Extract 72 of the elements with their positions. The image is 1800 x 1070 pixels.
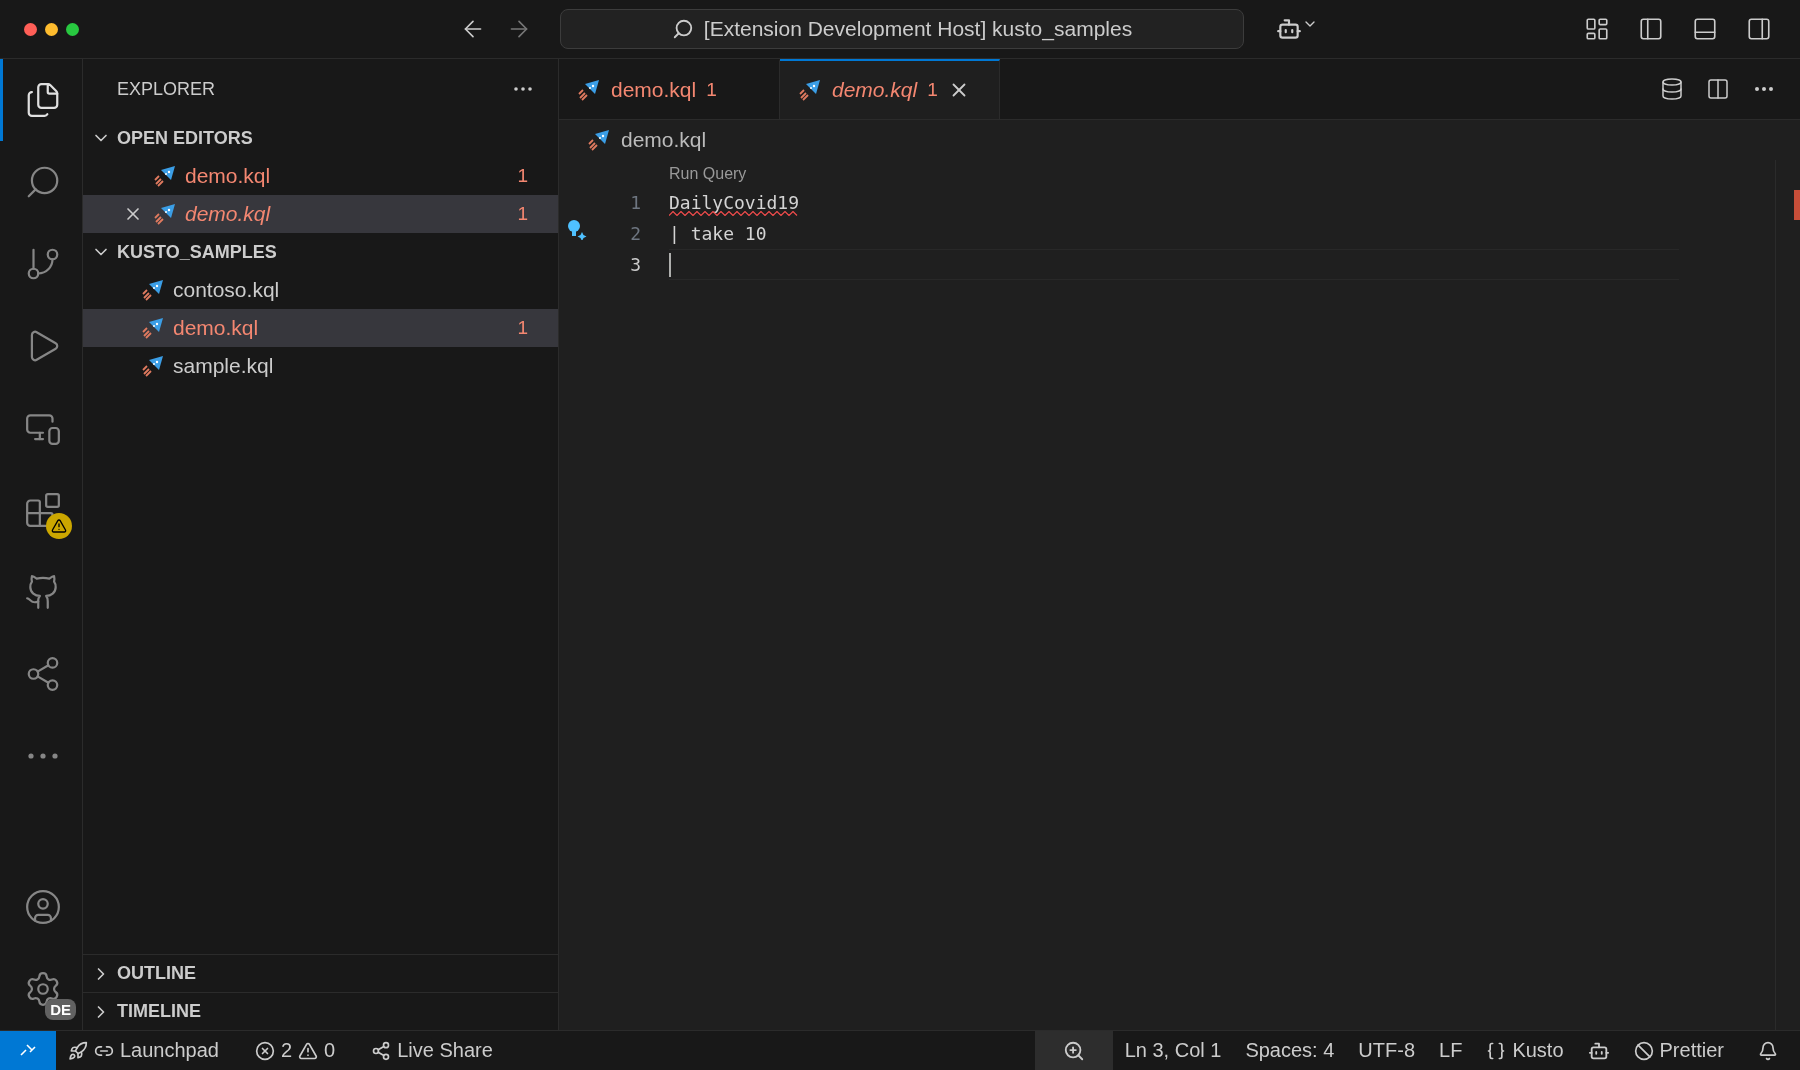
error-marker [1794, 190, 1800, 220]
status-item[interactable]: LF [1427, 1031, 1475, 1070]
share-icon [371, 1040, 392, 1061]
file-item[interactable]: sample.kql [83, 347, 558, 385]
split-editor-icon[interactable] [1706, 77, 1730, 101]
codelens-link[interactable]: Run Query [669, 160, 747, 187]
extensions-icon [23, 491, 62, 529]
breadcrumb-item[interactable]: demo.kql [621, 128, 707, 152]
status-item[interactable]: UTF-8 [1346, 1031, 1428, 1070]
line-number: 3 [629, 253, 641, 277]
error-count: 2 [281, 1039, 293, 1062]
window-title: [Extension Development Host] kusto_samples [703, 17, 1133, 41]
line-number: 2 [629, 222, 641, 246]
status-item[interactable]: Ln 3, Col 1 [1112, 1031, 1234, 1070]
zoom-in-icon [1062, 1039, 1085, 1062]
minimize-window-button[interactable] [45, 22, 58, 36]
section-header[interactable]: KUSTO_SAMPLES [83, 233, 558, 271]
file-name: demo.kql [185, 202, 272, 226]
rocket-file-icon [577, 78, 601, 102]
file-name: sample.kql [173, 354, 275, 378]
open-editor-item[interactable]: demo.kql 1 [83, 157, 558, 195]
bell-icon [1758, 1040, 1778, 1061]
editor-tab[interactable]: demo.kql 1 [780, 59, 1000, 119]
sidebar-title: EXPLORER [117, 78, 216, 100]
file-name: demo.kql [173, 316, 260, 340]
warning-icon [298, 1040, 319, 1061]
database-icon[interactable] [1660, 77, 1684, 101]
warning-count: 0 [324, 1039, 336, 1062]
scrollbar[interactable] [1775, 160, 1800, 1030]
more-icon [27, 753, 58, 759]
code-line: | take 10 [669, 223, 767, 244]
file-name: contoso.kql [173, 278, 281, 302]
account-icon [23, 888, 62, 926]
text-cursor [669, 252, 671, 277]
rocket-file-icon [141, 278, 165, 302]
problem-count: 1 [517, 317, 528, 339]
braces-icon [1486, 1040, 1507, 1061]
rocket-file-icon [141, 354, 165, 378]
robot-icon [1276, 16, 1302, 42]
zoom-button[interactable] [1034, 1031, 1113, 1070]
prettier-button[interactable]: Prettier [1621, 1031, 1736, 1070]
code-line: DailyCovid19 [669, 192, 800, 213]
file-name: demo.kql [185, 164, 272, 188]
rocket-icon [68, 1040, 88, 1061]
rocket-file-icon [141, 316, 165, 340]
problems-button[interactable]: 2 0 [243, 1031, 348, 1070]
problem-count: 1 [517, 165, 528, 187]
open-editor-item[interactable]: demo.kql 1 [83, 195, 558, 233]
prohibited-icon [1633, 1040, 1654, 1061]
rocket-file-icon [153, 202, 177, 226]
rocket-file-icon [153, 164, 177, 188]
profile-badge: DE [45, 999, 76, 1020]
rocket-file-icon [798, 78, 822, 102]
close-window-button[interactable] [24, 22, 37, 36]
launchpad-button[interactable]: Launchpad [56, 1031, 231, 1070]
lightbulb-icon[interactable] [565, 218, 587, 240]
activity-bar-item[interactable]: DE [0, 948, 82, 1030]
rocket-file-icon [587, 128, 611, 152]
section-header[interactable]: OPEN EDITORS [83, 119, 558, 157]
more-icon [514, 87, 532, 91]
error-icon [255, 1040, 275, 1061]
file-item[interactable]: demo.kql 1 [83, 309, 558, 347]
zoom-window-button[interactable] [66, 22, 79, 36]
search-icon [671, 18, 694, 40]
status-item[interactable]: Spaces: 4 [1233, 1031, 1347, 1070]
section-header[interactable]: OUTLINE [83, 954, 558, 992]
language-button[interactable]: Kusto [1474, 1031, 1576, 1070]
command-center[interactable]: [Extension Development Host] kusto_samples [560, 9, 1244, 49]
live-share-button[interactable]: Live Share [359, 1031, 505, 1070]
file-item[interactable]: contoso.kql [83, 271, 558, 309]
problem-count: 1 [517, 203, 528, 225]
line-number: 1 [629, 191, 641, 215]
